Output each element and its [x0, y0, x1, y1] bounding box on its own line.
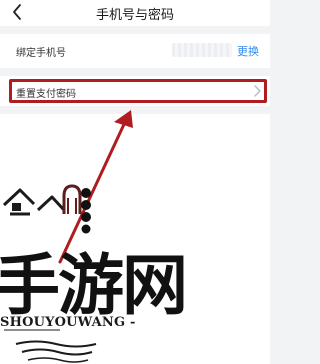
- watermark-logo-text: 手游网: [0, 247, 186, 324]
- watermark-caption: SHOUYOUWANG -: [0, 315, 136, 330]
- watermark-logo: 手游网: [0, 184, 188, 363]
